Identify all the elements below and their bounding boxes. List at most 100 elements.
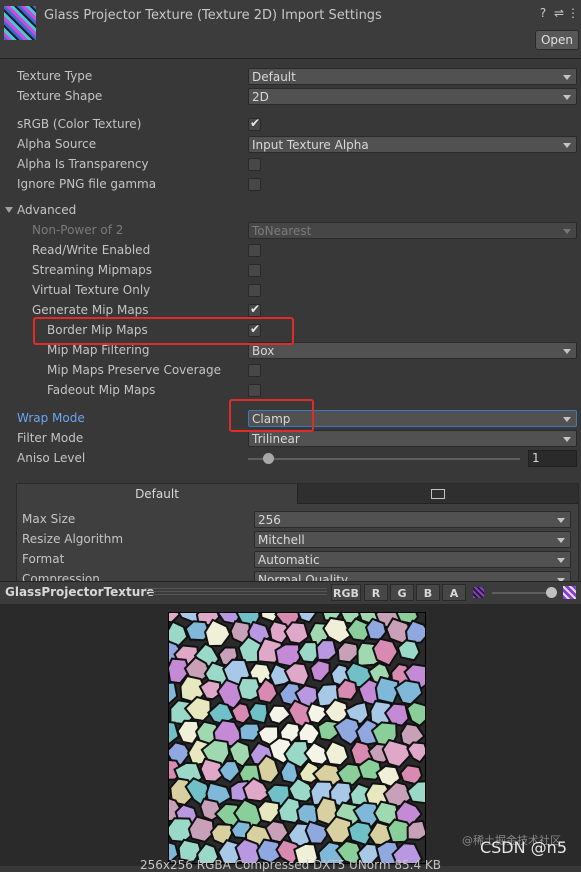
mipmap-filtering-dropdown[interactable]: Box bbox=[248, 342, 577, 359]
non-power-value: ToNearest bbox=[252, 224, 312, 238]
texture-shape-dropdown[interactable]: 2D bbox=[248, 88, 577, 105]
virtual-texture-label: Virtual Texture Only bbox=[32, 283, 151, 297]
chevron-down-icon bbox=[563, 95, 571, 100]
virtual-texture-checkbox[interactable] bbox=[248, 284, 261, 297]
texture-preview-area bbox=[0, 604, 581, 866]
streaming-mipmaps-checkbox[interactable] bbox=[248, 264, 261, 277]
fadeout-mipmaps-checkbox[interactable] bbox=[248, 384, 261, 397]
read-write-label: Read/Write Enabled bbox=[32, 243, 151, 257]
mip-small-icon bbox=[473, 587, 484, 598]
glass-cell bbox=[393, 679, 424, 706]
advanced-label: Advanced bbox=[17, 203, 77, 217]
glass-cell bbox=[364, 617, 388, 641]
glass-cell bbox=[304, 820, 329, 845]
resize-algorithm-label: Resize Algorithm bbox=[22, 532, 124, 546]
filter-mode-label: Filter Mode bbox=[17, 431, 84, 445]
inspector-header: Glass Projector Texture (Texture 2D) Imp… bbox=[0, 0, 581, 59]
alpha-transparency-checkbox[interactable] bbox=[248, 158, 261, 171]
tab-default[interactable]: Default bbox=[17, 484, 297, 504]
more-icon[interactable]: ⋮ bbox=[566, 6, 580, 20]
texture-info-text: 256x256 RGBA Compressed DXT5 UNorm 85.4 … bbox=[140, 858, 442, 872]
non-power-row: Non-Power of 2 ToNearest bbox=[0, 221, 581, 241]
read-write-row: Read/Write Enabled bbox=[0, 241, 581, 261]
streaming-mipmaps-row: Streaming Mipmaps bbox=[0, 261, 581, 281]
filter-mode-value: Trilinear bbox=[252, 432, 300, 446]
non-power-dropdown: ToNearest bbox=[248, 222, 577, 239]
texture-shape-label: Texture Shape bbox=[17, 89, 103, 103]
channel-rgb-button[interactable]: RGB bbox=[331, 584, 361, 601]
wrap-mode-label: Wrap Mode bbox=[17, 411, 85, 425]
resize-algorithm-dropdown[interactable]: Mitchell bbox=[254, 531, 571, 548]
format-row: Format Automatic bbox=[17, 550, 578, 570]
srgb-checkbox[interactable]: ✔ bbox=[248, 116, 261, 131]
resize-algorithm-value: Mitchell bbox=[258, 533, 305, 547]
help-icon[interactable]: ? bbox=[536, 6, 550, 20]
glass-cell bbox=[169, 721, 180, 746]
glass-cell bbox=[247, 701, 269, 725]
foldout-arrow-icon bbox=[5, 207, 13, 213]
alpha-source-dropdown[interactable]: Input Texture Alpha bbox=[248, 136, 577, 153]
advanced-foldout[interactable]: Advanced bbox=[0, 201, 581, 221]
chevron-down-icon bbox=[557, 518, 565, 523]
aniso-level-label: Aniso Level bbox=[17, 451, 86, 465]
filter-mode-dropdown[interactable]: Trilinear bbox=[248, 430, 577, 447]
max-size-label: Max Size bbox=[22, 512, 76, 526]
texture-thumbnail bbox=[4, 6, 36, 40]
generate-mipmaps-label: Generate Mip Maps bbox=[32, 303, 149, 317]
glass-cell bbox=[336, 641, 361, 664]
chevron-down-icon bbox=[563, 437, 571, 442]
generate-mipmaps-checkbox[interactable]: ✔ bbox=[248, 302, 261, 317]
alpha-source-value: Input Texture Alpha bbox=[252, 138, 369, 152]
max-size-row: Max Size 256 bbox=[17, 510, 578, 530]
checkmark-icon: ✔ bbox=[250, 302, 261, 316]
glass-cell bbox=[169, 613, 181, 624]
texture-shape-row: Texture Shape 2D bbox=[0, 87, 581, 107]
chevron-down-icon bbox=[557, 538, 565, 543]
inspector-title: Glass Projector Texture (Texture 2D) Imp… bbox=[44, 8, 382, 23]
format-value: Automatic bbox=[258, 553, 320, 567]
presets-icon[interactable]: ⇌ bbox=[552, 6, 566, 20]
glass-cell bbox=[306, 702, 328, 725]
watermark-csdn: CSDN @n5 bbox=[479, 838, 567, 857]
texture-type-label: Texture Type bbox=[17, 69, 93, 83]
glass-cell bbox=[323, 740, 350, 767]
aniso-level-field[interactable]: 1 bbox=[528, 450, 577, 467]
chevron-down-icon bbox=[563, 143, 571, 148]
platform-settings-panel: Default Max Size 256 Resize Algorithm Mi… bbox=[16, 483, 579, 588]
mipmap-filtering-value: Box bbox=[252, 344, 275, 358]
mipmaps-coverage-checkbox[interactable] bbox=[248, 364, 261, 377]
texture-type-dropdown[interactable]: Default bbox=[248, 68, 577, 85]
glass-cell bbox=[406, 741, 425, 764]
open-button[interactable]: Open bbox=[535, 30, 579, 50]
preview-title: GlassProjectorTexture bbox=[5, 585, 155, 599]
glass-cell bbox=[406, 819, 425, 841]
format-label: Format bbox=[22, 552, 65, 566]
alpha-source-row: Alpha Source Input Texture Alpha bbox=[0, 135, 581, 155]
max-size-dropdown[interactable]: 256 bbox=[254, 511, 571, 528]
fadeout-mipmaps-row: Fadeout Mip Maps bbox=[0, 381, 581, 401]
channel-r-button[interactable]: R bbox=[364, 584, 388, 601]
mipmap-filtering-label: Mip Map Filtering bbox=[47, 343, 150, 357]
mipmaps-coverage-row: Mip Maps Preserve Coverage bbox=[0, 361, 581, 381]
drag-handle[interactable] bbox=[145, 588, 327, 597]
preview-toolbar: GlassProjectorTexture RGB R G B A bbox=[0, 581, 581, 605]
channel-g-button[interactable]: G bbox=[390, 584, 414, 601]
aniso-level-row: Aniso Level 1 bbox=[0, 449, 581, 469]
glass-cell bbox=[315, 638, 338, 661]
glass-cell bbox=[374, 675, 400, 705]
srgb-label: sRGB (Color Texture) bbox=[17, 117, 142, 131]
ignore-png-gamma-checkbox[interactable] bbox=[248, 178, 261, 191]
chevron-down-icon bbox=[563, 75, 571, 80]
tab-standalone[interactable] bbox=[297, 484, 578, 504]
aniso-slider-handle[interactable] bbox=[263, 453, 274, 464]
channel-a-button[interactable]: A bbox=[442, 584, 466, 601]
format-dropdown[interactable]: Automatic bbox=[254, 551, 571, 568]
aniso-slider-track[interactable] bbox=[248, 458, 520, 460]
read-write-checkbox[interactable] bbox=[248, 244, 261, 257]
chevron-down-icon bbox=[563, 229, 571, 234]
mip-slider-handle[interactable] bbox=[546, 587, 557, 598]
mip-slider-track[interactable] bbox=[492, 592, 554, 594]
channel-b-button[interactable]: B bbox=[416, 584, 440, 601]
mip-large-icon bbox=[563, 586, 576, 599]
non-power-label: Non-Power of 2 bbox=[32, 223, 124, 237]
